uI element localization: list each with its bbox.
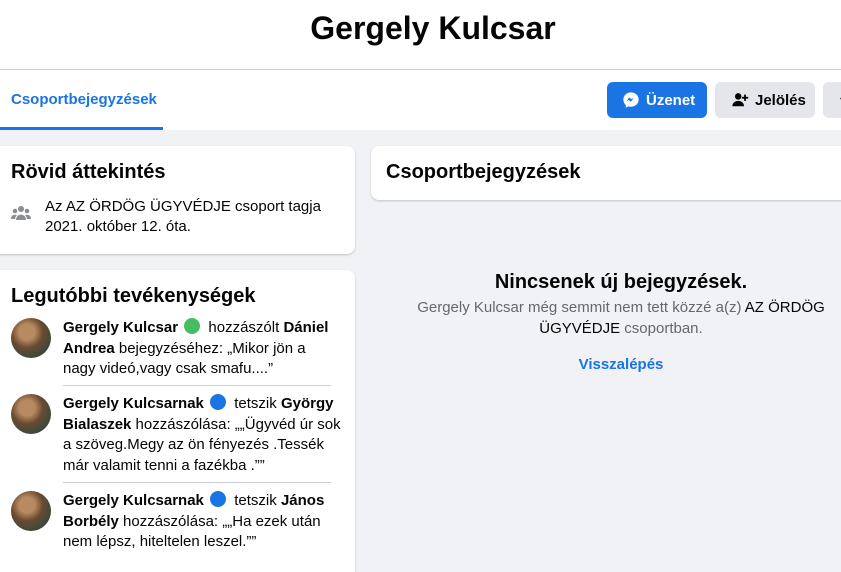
activity-item: Gergely Kulcsarnak tetszik György Bialas… [11, 394, 341, 476]
empty-state-prefix: Gergely Kulcsar még semmit nem tett közz… [417, 299, 745, 316]
activity-title: Legutóbbi tevékenységek [11, 285, 256, 307]
activity-separator [63, 385, 331, 386]
actor-link[interactable]: Gergely Kulcsarnak [63, 492, 204, 509]
membership-row: Az AZ ÖRDÖG ÜGYVÉDJE csoport tagja 2021.… [11, 197, 341, 237]
tag-label: Jelölés [755, 91, 806, 109]
activity-text: Gergely Kulcsar hozzászólt Dániel Andrea… [63, 318, 341, 380]
profile-header: Gergely Kulcsar Csoportbejegyzések Üzene… [0, 0, 841, 130]
message-button[interactable]: Üzenet [607, 82, 707, 118]
avatar[interactable] [11, 394, 51, 434]
membership-prefix: Az [45, 198, 66, 215]
posts-card: Csoportbejegyzések [371, 146, 841, 200]
back-link[interactable]: Visszalépés [371, 356, 841, 373]
message-label: Üzenet [646, 91, 696, 109]
tab-label: Csoportbejegyzések [11, 91, 157, 108]
membership-text: Az AZ ÖRDÖG ÜGYVÉDJE csoport tagja 2021.… [45, 197, 341, 237]
activity-card: Legutóbbi tevékenységek Gergely Kulcsar … [0, 270, 355, 572]
activity-item: Gergely Kulcsarnak tetszik János Borbély… [11, 491, 341, 553]
activity-item: Gergely Kulcsar hozzászólt Dániel Andrea… [11, 318, 341, 380]
activity-separator [63, 482, 331, 483]
actor-link[interactable]: Gergely Kulcsar [63, 319, 178, 336]
activity-text: Gergely Kulcsarnak tetszik János Borbély… [63, 491, 341, 553]
active-tab-underline [0, 127, 163, 130]
tag-button[interactable]: Jelölés [715, 82, 815, 118]
posts-title: Csoportbejegyzések [386, 161, 581, 183]
group-link[interactable]: AZ ÖRDÖG ÜGYVÉDJE [66, 198, 231, 215]
add-person-icon [732, 93, 749, 107]
like-icon [210, 394, 227, 410]
activity-verb: tetszik [234, 395, 277, 412]
tab-group-posts[interactable]: Csoportbejegyzések [0, 70, 163, 130]
activity-verb: tetszik [234, 492, 277, 509]
group-icon [11, 206, 31, 220]
activity-text: Gergely Kulcsarnak tetszik György Bialas… [63, 394, 341, 476]
intro-title: Rövid áttekintés [11, 161, 166, 183]
profile-name: Gergely Kulcsar [310, 10, 556, 46]
empty-state-title: Nincsenek új bejegyzések. [494, 271, 748, 293]
empty-state-suffix: csoportban. [620, 320, 703, 337]
avatar[interactable] [11, 491, 51, 531]
more-button[interactable]: ▾ [823, 82, 841, 118]
activity-verb: hozzászólt [208, 319, 280, 336]
like-icon [210, 491, 227, 507]
comment-icon [184, 318, 201, 334]
messenger-icon [623, 92, 639, 108]
intro-card: Rövid áttekintés Az AZ ÖRDÖG ÜGYVÉDJE cs… [0, 146, 355, 254]
actor-link[interactable]: Gergely Kulcsarnak [63, 395, 204, 412]
empty-state-text: Gergely Kulcsar még semmit nem tett közz… [411, 297, 831, 339]
avatar[interactable] [11, 318, 51, 358]
